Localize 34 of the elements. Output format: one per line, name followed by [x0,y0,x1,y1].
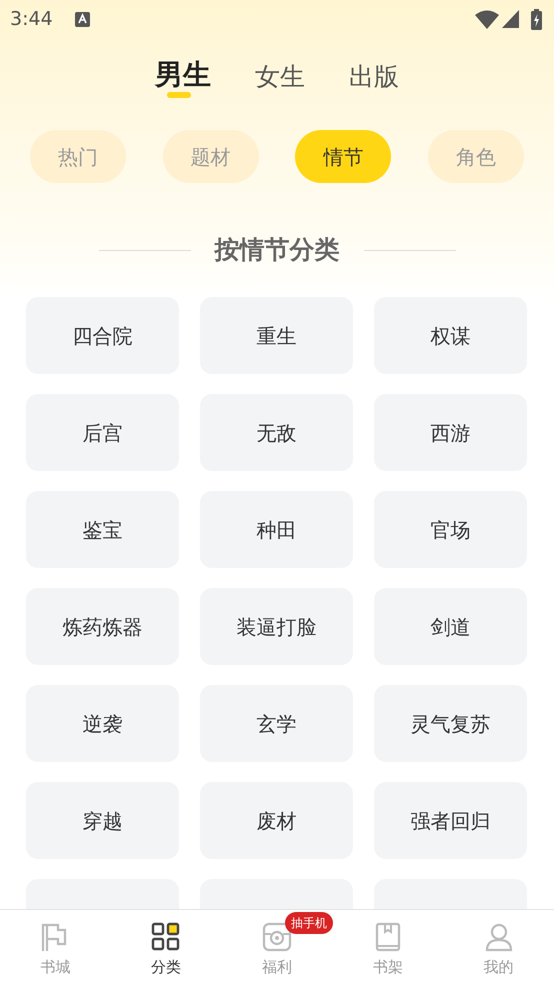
category-tile[interactable]: 后宫 [26,394,179,471]
category-tile[interactable]: 灵气复苏 [374,685,527,762]
category-tile[interactable]: 穿越 [26,782,179,859]
section-title: 按情节分类 [214,234,340,266]
gender-tab[interactable]: 出版 [349,62,399,102]
gender-tab[interactable]: 女生 [255,62,305,102]
status-time: 3:44 [10,6,53,32]
nav-tab[interactable]: 分类 [110,910,222,986]
keyboard-icon [74,12,90,26]
signal-icon [502,10,519,28]
category-tile[interactable]: 废材 [200,782,353,859]
grid-icon [151,922,182,952]
category-tile[interactable]: 玄学 [200,685,353,762]
battery-icon [531,8,542,30]
category-tile[interactable]: 西游 [374,394,527,471]
category-tile[interactable]: 官场 [374,491,527,568]
category-tile[interactable]: 种田 [200,491,353,568]
camera-icon [262,922,292,952]
promo-badge: 抽手机 [284,912,333,934]
category-tile[interactable]: 装逼打脸 [200,588,353,665]
category-tile[interactable]: 剑道 [374,588,527,665]
category-tile[interactable]: 权谋 [374,297,527,374]
category-tile[interactable]: 逆袭 [26,685,179,762]
category-tile[interactable]: 炼药炼器 [26,588,179,665]
category-tile[interactable]: 四合院 [26,297,179,374]
nav-tab[interactable]: 抽手机 福利 [222,910,332,986]
category-tile[interactable]: 强者回归 [374,782,527,859]
filter-chip[interactable]: 情节 [295,130,392,183]
wifi-icon [475,10,499,28]
category-tile[interactable]: 无敌 [200,394,353,471]
category-tile[interactable]: 鉴宝 [26,491,179,568]
gender-tab[interactable]: 男生 [155,58,211,102]
person-icon [484,922,514,952]
category-tile[interactable]: 重生 [200,297,353,374]
